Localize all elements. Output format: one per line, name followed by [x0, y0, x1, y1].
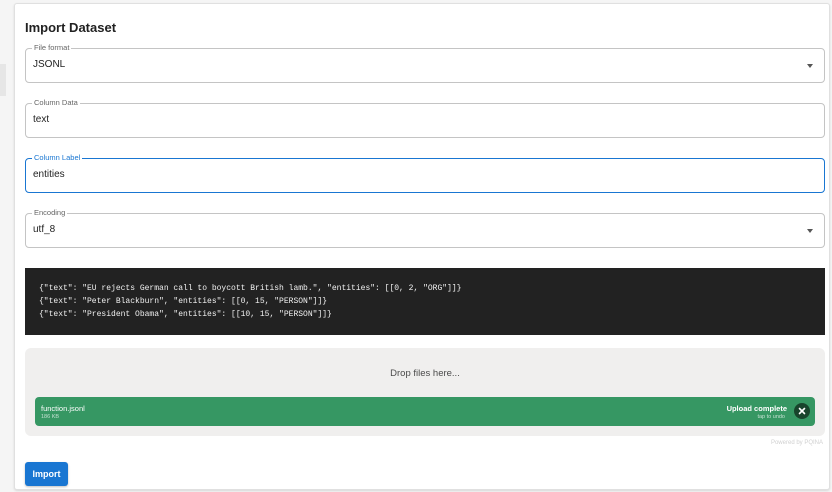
chevron-down-icon[interactable]	[807, 229, 813, 233]
encoding-value: utf_8	[33, 224, 56, 235]
uploaded-file-item: function.jsonl 186 KB Upload complete ta…	[35, 397, 815, 426]
file-format-label: File format	[32, 43, 72, 53]
example-line: {"text": "President Obama", "entities": …	[39, 310, 332, 319]
close-icon	[798, 407, 806, 415]
encoding-select[interactable]: Encoding utf_8	[25, 208, 825, 248]
powered-by-credit[interactable]: Powered by PQINA	[771, 440, 823, 446]
column-data-label: Column Data	[32, 98, 80, 108]
example-code-block: {"text": "EU rejects German call to boyc…	[25, 268, 825, 335]
column-data-input[interactable]: Column Data text	[25, 98, 825, 138]
side-strip	[0, 64, 6, 96]
upload-status: Upload complete	[726, 404, 787, 413]
file-name: function.jsonl	[41, 404, 85, 413]
file-dropzone[interactable]: Drop files here... function.jsonl 186 KB…	[25, 348, 825, 436]
example-line: {"text": "Peter Blackburn", "entities": …	[39, 297, 328, 306]
import-dataset-card: Import Dataset File format JSONL Column …	[14, 3, 830, 490]
column-label-label: Column Label	[32, 153, 83, 163]
chevron-down-icon[interactable]	[807, 64, 813, 68]
remove-file-button[interactable]	[794, 403, 810, 419]
drop-files-label: Drop files here...	[390, 368, 460, 379]
file-format-value: JSONL	[33, 59, 66, 70]
column-label-input[interactable]: Column Label entities	[25, 153, 825, 193]
column-data-value: text	[33, 114, 50, 125]
undo-hint[interactable]: tap to undo	[757, 414, 785, 420]
column-label-value: entities	[33, 169, 65, 180]
file-format-select[interactable]: File format JSONL	[25, 43, 825, 83]
page-title: Import Dataset	[25, 20, 117, 35]
encoding-label: Encoding	[32, 208, 68, 218]
import-button[interactable]: Import	[25, 462, 68, 486]
file-size: 186 KB	[41, 414, 60, 420]
example-line: {"text": "EU rejects German call to boyc…	[39, 284, 462, 293]
